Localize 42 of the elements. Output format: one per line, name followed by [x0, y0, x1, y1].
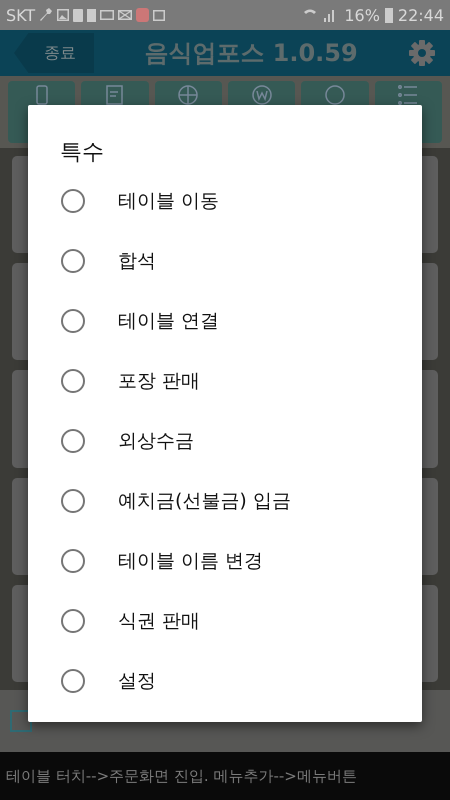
option-item[interactable]: 테이블 이름 변경 [28, 531, 422, 591]
radio-button[interactable] [61, 249, 85, 273]
hint-text: 테이블 터치-->주문화면 진입. 메뉴추가-->메뉴버튼 [6, 766, 357, 786]
dialog-title: 특수 [60, 139, 105, 167]
image-icon [57, 9, 70, 21]
option-item[interactable]: 예치금(선불금) 입금 [28, 471, 422, 531]
carrier-name: SKT [6, 6, 36, 24]
option-item[interactable]: 합석 [28, 231, 422, 291]
option-label: 설정 [118, 669, 156, 694]
option-label: 테이블 이동 [118, 189, 220, 214]
option-label: 포장 판매 [118, 369, 200, 394]
radio-button[interactable] [61, 549, 85, 573]
option-item[interactable]: 포장 판매 [28, 351, 422, 411]
battery-level: 16% [344, 6, 380, 24]
battery-icon [384, 7, 394, 23]
radio-button[interactable] [61, 429, 85, 453]
option-label: 테이블 이름 변경 [118, 549, 264, 574]
wrench-icon [39, 8, 54, 22]
app-title: 음식업포스 1.0.59 [143, 38, 359, 69]
list-icon [398, 85, 418, 105]
clock: 22:44 [398, 6, 444, 24]
option-label: 테이블 연결 [118, 309, 220, 334]
radio-button[interactable] [61, 669, 85, 693]
note-icon [104, 85, 125, 105]
option-item[interactable]: 테이블 연결 [28, 291, 422, 351]
option-label: 식권 판매 [118, 609, 200, 634]
option-item[interactable]: 설정 [28, 651, 422, 711]
mail-icon [118, 10, 132, 20]
option-item[interactable]: 식권 판매 [28, 591, 422, 651]
option-item[interactable]: 테이블 이동 [28, 171, 422, 231]
radio-button[interactable] [61, 189, 85, 213]
option-label: 합석 [118, 249, 156, 274]
radio-button[interactable] [61, 369, 85, 393]
won-icon [252, 85, 272, 105]
radio-button[interactable] [61, 609, 85, 633]
circle-icon [324, 85, 345, 105]
globe-icon [178, 85, 198, 105]
radio-button[interactable] [61, 309, 85, 333]
option-item[interactable]: 외상수금 [28, 411, 422, 471]
option-label: 외상수금 [118, 429, 194, 454]
option-label: 예치금(선불금) 입금 [118, 489, 291, 514]
radio-button[interactable] [61, 489, 85, 513]
